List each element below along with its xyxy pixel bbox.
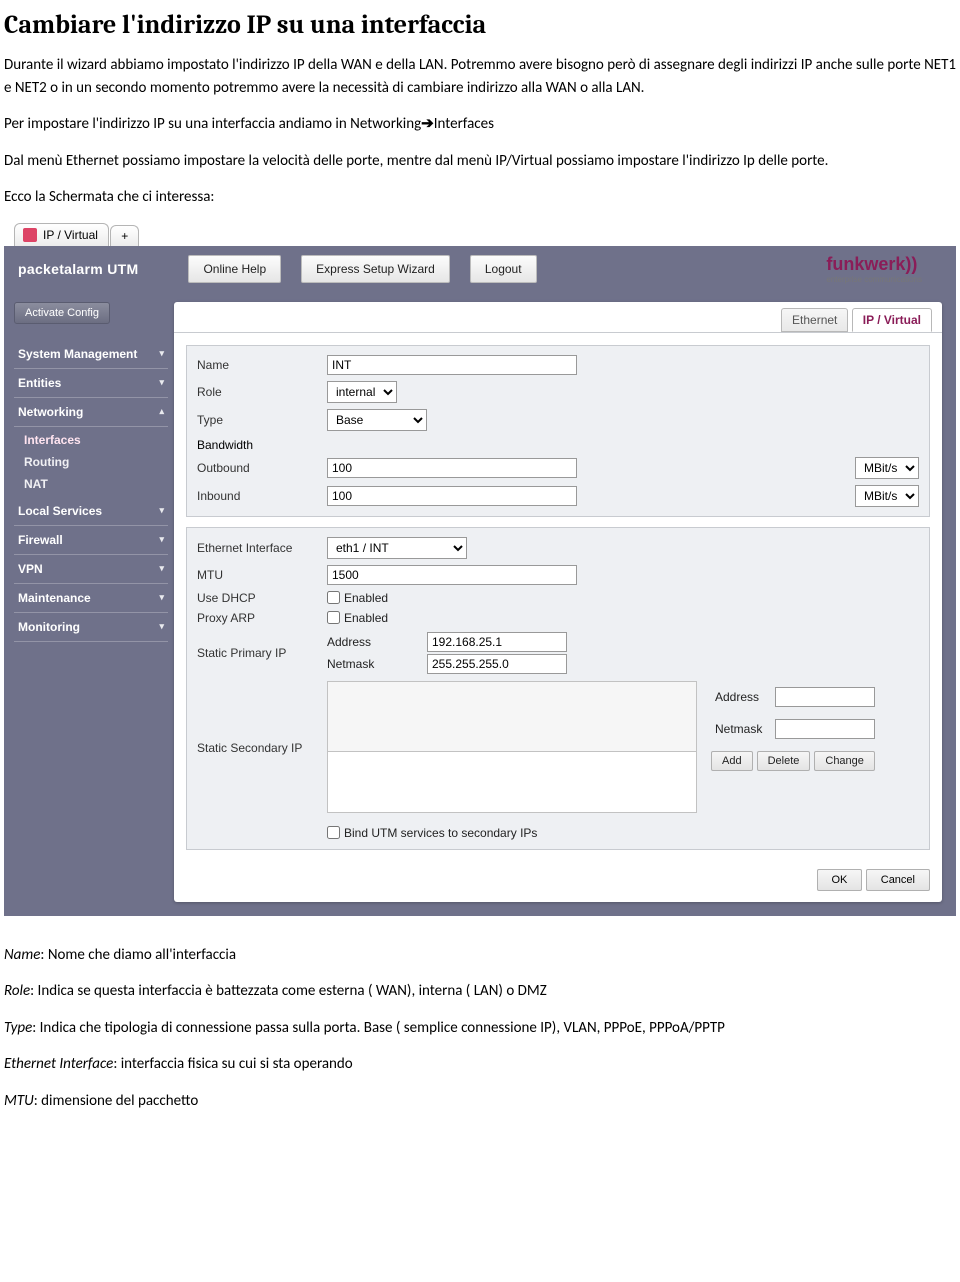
outbound-label: Outbound	[197, 461, 327, 475]
sidebar-item-monitoring[interactable]: Monitoring▾	[14, 613, 168, 642]
def-eth: Ethernet Interface: interfaccia fisica s…	[4, 1053, 956, 1076]
tab-ip-virtual[interactable]: IP / Virtual	[852, 308, 932, 332]
static-secondary-ip-label: Static Secondary IP	[197, 681, 327, 755]
outbound-unit-select[interactable]: MBit/s	[855, 457, 919, 479]
sidebar-item-maintenance[interactable]: Maintenance▾	[14, 584, 168, 613]
secondary-address-input[interactable]	[775, 687, 875, 707]
sidebar: Activate Config System Management▾ Entit…	[4, 292, 174, 682]
sidebar-item-local-services[interactable]: Local Services▾	[14, 497, 168, 526]
bind-services-label: Bind UTM services to secondary IPs	[344, 826, 537, 840]
logout-button[interactable]: Logout	[470, 255, 537, 283]
change-button[interactable]: Change	[814, 751, 875, 771]
sidebar-item-system-management[interactable]: System Management▾	[14, 340, 168, 369]
secondary-netmask-label: Netmask	[715, 722, 769, 736]
caret-down-icon: ▾	[159, 621, 164, 632]
primary-netmask-label: Netmask	[327, 657, 427, 671]
online-help-button[interactable]: Online Help	[188, 255, 281, 283]
sidebar-item-firewall[interactable]: Firewall▾	[14, 526, 168, 555]
page-title: Cambiare l'indirizzo IP su una interfacc…	[4, 10, 956, 40]
sidebar-subitem-routing[interactable]: Routing	[14, 451, 168, 473]
caret-down-icon: ▾	[159, 534, 164, 545]
dhcp-checkbox[interactable]	[327, 591, 340, 604]
type-label: Type	[197, 413, 327, 427]
outbound-input[interactable]	[327, 458, 577, 478]
cancel-button[interactable]: Cancel	[866, 869, 930, 891]
caret-down-icon: ▾	[159, 505, 164, 516]
role-label: Role	[197, 385, 327, 399]
caret-down-icon: ▾	[159, 563, 164, 574]
inbound-label: Inbound	[197, 489, 327, 503]
mtu-label: MTU	[197, 568, 327, 582]
inbound-input[interactable]	[327, 486, 577, 506]
inbound-unit-select[interactable]: MBit/s	[855, 485, 919, 507]
sidebar-item-entities[interactable]: Entities▾	[14, 369, 168, 398]
static-primary-ip-label: Static Primary IP	[197, 646, 327, 660]
def-type: Type: Indica che tipologia di connession…	[4, 1017, 956, 1040]
secondary-netmask-input[interactable]	[775, 719, 875, 739]
primary-address-input[interactable]	[427, 632, 567, 652]
intro-paragraph: Durante il wizard abbiamo impostato l'in…	[4, 54, 956, 99]
name-label: Name	[197, 358, 327, 372]
type-select[interactable]: Base	[327, 409, 427, 431]
tab-favicon-icon	[23, 228, 37, 242]
def-role: Role: Indica se questa interfaccia è bat…	[4, 980, 956, 1003]
mtu-input[interactable]	[327, 565, 577, 585]
def-mtu: MTU: dimensione del pacchetto	[4, 1090, 956, 1113]
caret-down-icon: ▾	[159, 377, 164, 388]
vendor-logo: funkwerk)) enterprise communications	[826, 254, 942, 284]
role-select[interactable]: internal	[327, 381, 397, 403]
bandwidth-label: Bandwidth	[197, 434, 919, 454]
screenshot-caption: Ecco la Schermata che ci interessa:	[4, 186, 956, 209]
def-name: Name: Nome che diamo all'interfaccia	[4, 944, 956, 967]
secondary-address-label: Address	[715, 690, 769, 704]
topbar: packetalarm UTM Online Help Express Setu…	[4, 246, 956, 292]
caret-down-icon: ▾	[159, 592, 164, 603]
name-input[interactable]	[327, 355, 577, 375]
primary-address-label: Address	[327, 635, 427, 649]
bind-services-checkbox[interactable]	[327, 826, 340, 839]
dhcp-label: Use DHCP	[197, 591, 327, 605]
delete-button[interactable]: Delete	[757, 751, 811, 771]
menu-description: Dal menù Ethernet possiamo impostare la …	[4, 150, 956, 173]
tab-ethernet[interactable]: Ethernet	[781, 308, 848, 332]
ethernet-interface-select[interactable]: eth1 / INT	[327, 537, 467, 559]
arrow-icon: ➔	[421, 115, 434, 133]
primary-netmask-input[interactable]	[427, 654, 567, 674]
ok-button[interactable]: OK	[817, 869, 863, 891]
ethernet-interface-label: Ethernet Interface	[197, 541, 327, 555]
browser-tab[interactable]: IP / Virtual	[14, 223, 109, 246]
sidebar-subitem-interfaces[interactable]: Interfaces	[14, 429, 168, 451]
nav-instruction: Per impostare l'indirizzo IP su una inte…	[4, 113, 956, 136]
proxy-arp-checkbox[interactable]	[327, 611, 340, 624]
sidebar-item-networking[interactable]: Networking▴	[14, 398, 168, 427]
browser-tab-label: IP / Virtual	[43, 228, 98, 242]
panel-interface: Ethernet Interface eth1 / INT MTU Use DH…	[186, 527, 930, 850]
new-tab-button[interactable]: +	[110, 225, 139, 246]
proxy-arp-label: Proxy ARP	[197, 611, 327, 625]
caret-up-icon: ▴	[159, 406, 164, 417]
secondary-ip-list	[327, 681, 697, 813]
express-setup-button[interactable]: Express Setup Wizard	[301, 255, 450, 283]
caret-down-icon: ▾	[159, 348, 164, 359]
sidebar-item-vpn[interactable]: VPN▾	[14, 555, 168, 584]
panel-general: Name Role internal Type Base Bandwidth	[186, 345, 930, 517]
sidebar-subitem-nat[interactable]: NAT	[14, 473, 168, 495]
brand-label: packetalarm UTM	[18, 261, 138, 277]
add-button[interactable]: Add	[711, 751, 753, 771]
screenshot-container: IP / Virtual + packetalarm UTM Online He…	[4, 223, 956, 916]
content-panel: Ethernet IP / Virtual Name Role internal	[174, 302, 942, 902]
activate-config-button[interactable]: Activate Config	[14, 302, 110, 324]
